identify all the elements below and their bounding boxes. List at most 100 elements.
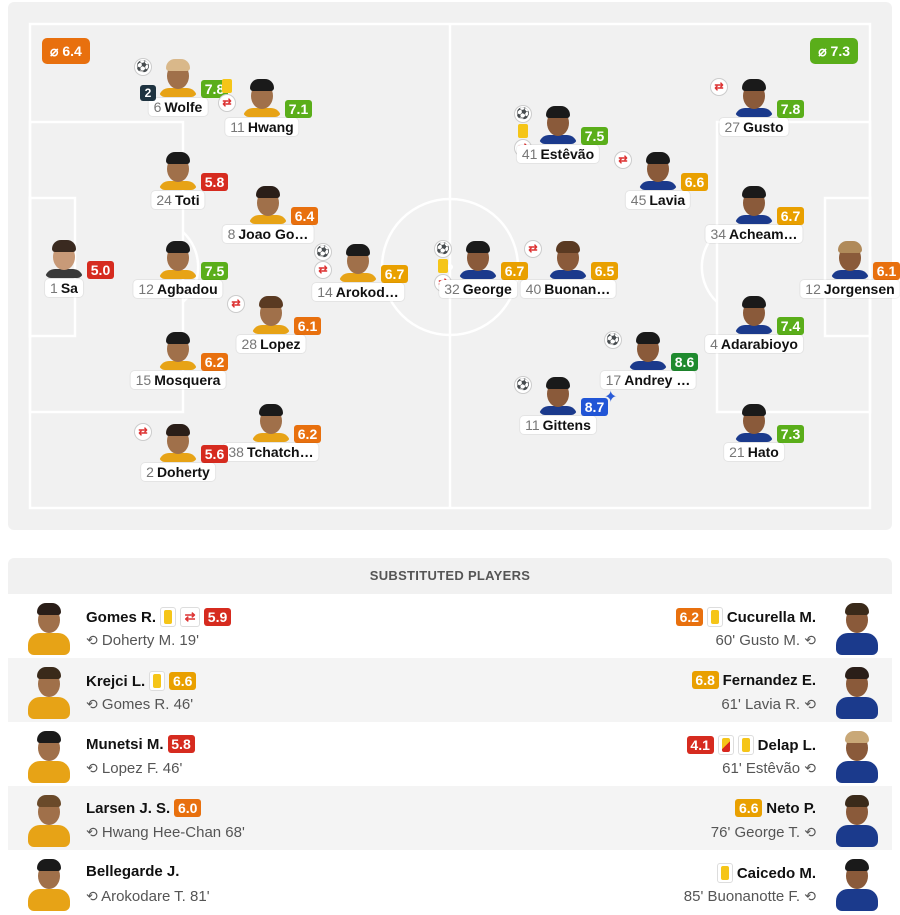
yellow-card-icon <box>149 671 166 691</box>
player-name-tag: 40 Buonan… <box>520 280 616 298</box>
player-event-icons: ⇄ <box>615 152 637 170</box>
sub-player-line: Larsen J. S. 6.0 <box>86 799 202 817</box>
player-photo <box>249 184 287 224</box>
player-photo <box>159 330 197 370</box>
player-marker[interactable]: 6.1 12 Jorgensen <box>790 239 900 299</box>
player-event-icons: ⚽ <box>605 332 627 350</box>
sub-detail: 60' Gusto M. <box>715 632 801 649</box>
player-rating: 7.5 <box>201 262 228 280</box>
sub-player-photo <box>28 855 70 911</box>
player-photo <box>549 239 587 279</box>
pitch-lineup: ⌀ 6.4 ⌀ 7.3 ⚽ 7.8 6 Wolfe 2 ⇄ 7.1 11 Hwang… <box>8 2 900 530</box>
substitution-row: Gomes R. ⇄ 5.9 ⟲ Doherty M. 19' 6.2 Cucurel… <box>8 594 892 658</box>
sub-player-rating: 6.0 <box>174 799 202 817</box>
home-sub-player[interactable]: Bellegarde J. ⟲ Arokodare T. 81' <box>8 850 448 914</box>
player-number: 12 <box>138 281 154 297</box>
player-number: 28 <box>241 336 258 352</box>
sub-player-photo <box>28 791 70 847</box>
sub-detail: 61' Estêvão <box>722 760 801 777</box>
sub-detail: Lopez F. 46' <box>101 760 183 777</box>
home-sub-player[interactable]: Larsen J. S. 6.0 ⟲ Hwang Hee-Chan 68' <box>8 786 448 850</box>
player-rating: 6.2 <box>201 353 228 371</box>
player-marker[interactable]: ⚽ 8.7 11 Gittens ✦ <box>498 375 618 435</box>
player-marker[interactable]: ⇄ 7.8 27 Gusto <box>694 77 814 137</box>
player-name: Estêvão <box>540 146 595 162</box>
sub-player-photo <box>836 727 878 783</box>
away-sub-player[interactable]: 6.6 Neto P. 76' George T. ⟲ <box>452 786 892 850</box>
player-name: Jorgensen <box>823 281 895 297</box>
player-number: 21 <box>729 444 745 460</box>
sub-player-rating: 6.8 <box>691 671 719 689</box>
home-average-rating: ⌀ 6.4 <box>42 38 90 64</box>
player-photo <box>735 184 773 224</box>
player-of-match-star-icon: ✦ <box>604 389 618 406</box>
player-marker[interactable]: ⇄ 6.5 40 Buonan… <box>508 239 628 299</box>
player-marker[interactable]: 6.4 8 Joao Go… <box>208 184 328 244</box>
player-name: Sa <box>60 280 78 296</box>
player-number: 1 <box>50 280 58 296</box>
assist-ball-icon: ⚽ <box>515 106 531 122</box>
player-photo <box>539 375 577 415</box>
player-marker[interactable]: ⇄ 5.6 2 Doherty <box>118 422 238 482</box>
sub-detail-line: 61' Estêvão ⟲ <box>722 760 816 777</box>
substitution-swap-icon: ⟲ <box>804 632 816 648</box>
player-marker[interactable]: 7.3 21 Hato <box>694 402 814 462</box>
player-photo <box>639 150 677 190</box>
player-number: 24 <box>156 192 172 208</box>
player-name-tag: 45 Lavia <box>625 191 691 209</box>
sub-detail-line: ⟲ Arokodare T. 81' <box>86 888 210 905</box>
sub-player-rating: 5.8 <box>167 735 195 753</box>
sub-player-rating: 5.9 <box>204 608 232 626</box>
home-sub-player[interactable]: Munetsi M. 5.8 ⟲ Lopez F. 46' <box>8 722 448 786</box>
sub-player-line: 6.8 Fernandez E. <box>691 671 816 689</box>
player-rating: 6.2 <box>294 425 321 443</box>
yellow-card-icon <box>438 259 448 273</box>
sub-player-name: Delap L. <box>757 736 816 754</box>
sub-detail: Hwang Hee-Chan 68' <box>101 824 245 841</box>
sub-player-name: Larsen J. S. <box>86 799 171 817</box>
player-marker[interactable]: 7.5 12 Agbadou <box>118 239 238 299</box>
sub-player-name: Neto P. <box>766 799 816 817</box>
away-sub-player[interactable]: 6.2 Cucurella M. 60' Gusto M. ⟲ <box>452 594 892 658</box>
home-sub-player[interactable]: Krejci L. 6.6 ⟲ Gomes R. 46' <box>8 658 448 722</box>
player-rating: 8.6 <box>671 353 698 371</box>
player-rating: 6.7 <box>777 207 804 225</box>
away-sub-player[interactable]: 6.8 Fernandez E. 61' Lavia R. ⟲ <box>452 658 892 722</box>
substitution-swap-icon: ⟲ <box>804 760 816 776</box>
player-rating: 5.6 <box>201 445 228 463</box>
sub-player-name: Krejci L. <box>86 672 146 690</box>
player-photo <box>252 402 290 442</box>
substitution-icon: ⇄ <box>615 152 631 168</box>
player-rating: 6.1 <box>294 317 321 335</box>
player-marker[interactable]: 6.7 34 Acheam… <box>694 184 814 244</box>
sub-detail-line: ⟲ Lopez F. 46' <box>86 760 182 777</box>
away-sub-player[interactable]: Caicedo M. 85' Buonanotte F. ⟲ <box>452 850 892 914</box>
player-rating: 5.0 <box>87 261 114 279</box>
sub-player-photo <box>836 855 878 911</box>
yellow-card-icon <box>518 124 528 138</box>
sub-player-name: Bellegarde J. <box>86 863 180 880</box>
sub-player-photo <box>836 791 878 847</box>
player-name: Buonan… <box>544 281 611 297</box>
substitution-swap-icon: ⟲ <box>86 696 98 712</box>
player-event-icons: ⇄ <box>525 241 547 259</box>
player-marker[interactable]: ⚽ ⇄ 6.7 14 Arokod… <box>298 242 418 302</box>
yellow-card-icon <box>160 607 177 627</box>
second-yellow-red-card-icon <box>717 735 734 755</box>
player-photo <box>735 402 773 442</box>
substitution-row: Munetsi M. 5.8 ⟲ Lopez F. 46' 4.1 Delap L.… <box>8 722 892 786</box>
yellow-card-icon <box>706 607 723 627</box>
player-number: 2 <box>146 464 154 480</box>
player-marker[interactable]: ⇄ 7.1 11 Hwang <box>202 77 322 137</box>
sub-detail: 76' George T. <box>710 824 801 841</box>
player-marker[interactable]: 6.2 15 Mosquera <box>118 330 238 390</box>
home-sub-player[interactable]: Gomes R. ⇄ 5.9 ⟲ Doherty M. 19' <box>8 594 448 658</box>
sub-detail-line: ⟲ Doherty M. 19' <box>86 632 199 649</box>
player-name: Tchatch… <box>246 444 314 460</box>
sub-player-photo <box>28 599 70 655</box>
sub-detail-line: ⟲ Hwang Hee-Chan 68' <box>86 824 245 841</box>
player-marker[interactable]: 5.0 1 Sa <box>4 238 124 298</box>
away-sub-player[interactable]: 4.1 Delap L. 61' Estêvão ⟲ <box>452 722 892 786</box>
player-photo <box>735 77 773 117</box>
player-marker[interactable]: 7.4 4 Adarabioyo <box>694 294 814 354</box>
